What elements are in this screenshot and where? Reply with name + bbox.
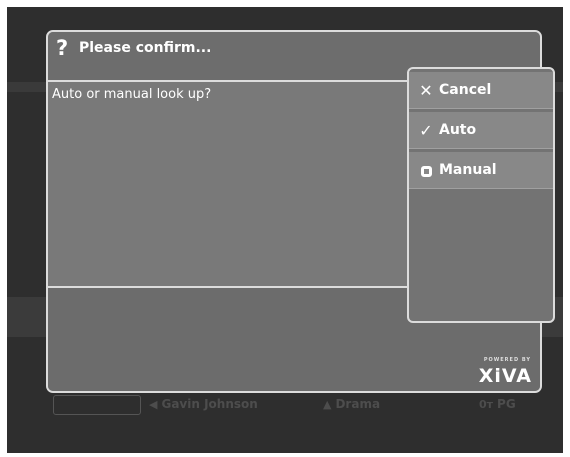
close-icon: ✕ (419, 80, 433, 100)
powered-by-label: POWERED BY (483, 357, 531, 363)
background-cast-label: Gavin Johnson (161, 397, 258, 411)
megaphone-icon: ◀ (149, 398, 158, 411)
xiva-logo: XiVA (478, 365, 532, 387)
tv-screen: ◀ Gavin Johnson ▲ Drama 0ᴛ PG ? Please conf… (7, 7, 563, 453)
background-slot (53, 395, 141, 415)
check-icon: ✓ (419, 120, 433, 140)
background-info-strip: ◀ Gavin Johnson ▲ Drama 0ᴛ PG (7, 395, 563, 421)
background-rating: 0ᴛ PG (479, 397, 516, 411)
manual-option-label: Manual (439, 162, 497, 178)
radio-square-icon (413, 161, 439, 180)
manual-option[interactable]: Manual (409, 152, 553, 189)
cancel-option-label: Cancel (439, 82, 492, 98)
cancel-option[interactable]: ✕ Cancel (409, 72, 553, 109)
dialog-message: Auto or manual look up? (52, 87, 212, 102)
background-genre: ▲ Drama (323, 397, 380, 411)
question-icon: ? (56, 36, 69, 60)
auto-option-label: Auto (439, 122, 477, 138)
dialog-title: Please confirm... (79, 40, 212, 56)
background-cast: ◀ Gavin Johnson (149, 397, 258, 411)
drama-masks-icon: ▲ (323, 398, 332, 411)
key-icon: 0ᴛ (479, 398, 494, 411)
dialog-body: Auto or manual look up? (48, 82, 408, 287)
background-genre-label: Drama (335, 397, 381, 411)
choice-menu: ✕ Cancel ✓ Auto Manual (407, 67, 555, 323)
auto-option[interactable]: ✓ Auto (409, 112, 553, 149)
background-rating-label: PG (497, 397, 516, 411)
